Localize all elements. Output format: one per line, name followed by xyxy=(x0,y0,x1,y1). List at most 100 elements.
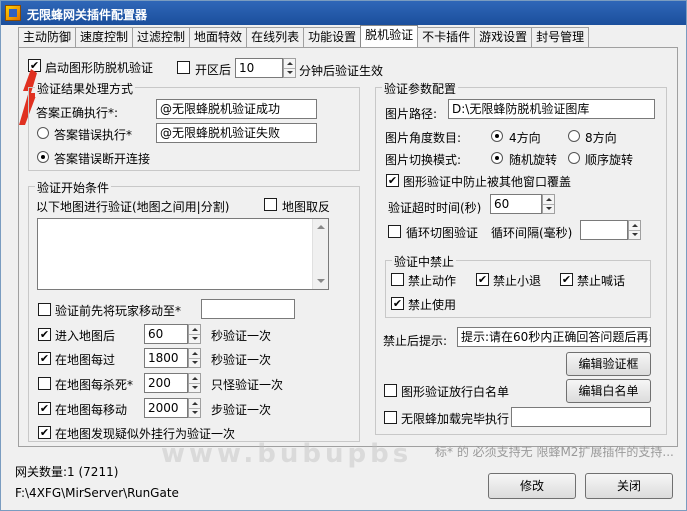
switch-random-label: 随机旋转 xyxy=(509,153,558,167)
forbid-hint-label: 禁止后提示: xyxy=(383,334,448,348)
tab-no-lag-plugin[interactable]: 不卡插件 xyxy=(417,27,476,47)
gateway-count: 网关数量:1 (7211) xyxy=(15,465,119,479)
close-button[interactable]: 关闭 xyxy=(585,473,673,499)
maps-invert-label: 地图取反 xyxy=(282,200,331,214)
modify-button[interactable]: 修改 xyxy=(488,473,576,499)
disconnect-radio[interactable] xyxy=(37,151,49,163)
tab-active-defense[interactable]: 主动防御 xyxy=(18,27,77,47)
exec-after-load-checkbox[interactable] xyxy=(384,411,397,424)
forbid-group-title: 验证中禁止 xyxy=(392,253,457,270)
disconnect-label: 答案错误断开连接 xyxy=(54,152,151,166)
move-suffix: 步验证一次 xyxy=(211,403,272,417)
enter-map-input[interactable]: 60 xyxy=(144,324,188,344)
angle-4-label: 4方向 xyxy=(509,131,541,145)
forbid-back-checkbox[interactable]: ✔ xyxy=(476,273,489,286)
move-checkbox[interactable]: ✔ xyxy=(38,402,51,415)
exec-after-load-input[interactable] xyxy=(511,407,651,427)
whitelist-checkbox[interactable] xyxy=(384,384,397,397)
gateway-path: F:\4XFG\MirServer\RunGate xyxy=(15,486,179,500)
timeout-spinner[interactable] xyxy=(542,194,555,214)
enter-map-label: 进入地图后 xyxy=(55,329,116,343)
kill-input[interactable]: 200 xyxy=(144,373,188,393)
every-map-suffix: 秒验证一次 xyxy=(211,353,272,367)
forbid-use-label: 禁止使用 xyxy=(408,298,457,312)
forbid-action-label: 禁止动作 xyxy=(408,274,457,288)
move-spinner[interactable] xyxy=(188,398,201,418)
main-window: 无限蜂网关插件配置器 主动防御 速度控制 过滤控制 地面特效 在线列表 功能设置… xyxy=(0,0,687,511)
kill-spinner[interactable] xyxy=(188,373,201,393)
angle-4-radio[interactable] xyxy=(491,130,503,142)
plugin-note: 标* 的 必须支持无 限蜂M2扩展插件的支持... xyxy=(435,445,674,459)
every-map-checkbox[interactable]: ✔ xyxy=(38,352,51,365)
prevent-cover-label: 图形验证中防止被其他窗口覆盖 xyxy=(403,175,572,189)
suspect-checkbox[interactable]: ✔ xyxy=(38,426,51,439)
cycle-checkbox[interactable] xyxy=(388,225,401,238)
forbid-shout-checkbox[interactable]: ✔ xyxy=(560,273,573,286)
edit-verify-frame-button[interactable]: 编辑验证框 xyxy=(566,352,651,376)
correct-exec-label: 答案正确执行*: xyxy=(36,106,119,120)
cycle-interval-label: 循环间隔(毫秒) xyxy=(491,226,573,240)
open-area-minutes-input[interactable]: 10 xyxy=(235,58,283,78)
tab-online-list[interactable]: 在线列表 xyxy=(246,27,305,47)
tab-bar: 主动防御 速度控制 过滤控制 地面特效 在线列表 功能设置 脱机验证 不卡插件 … xyxy=(18,25,590,47)
timeout-input[interactable]: 60 xyxy=(490,194,542,214)
open-area-minutes-spinner[interactable] xyxy=(283,58,296,78)
edit-whitelist-button[interactable]: 编辑白名单 xyxy=(566,379,651,403)
tab-speed-control[interactable]: 速度控制 xyxy=(75,27,134,47)
forbid-shout-label: 禁止喊话 xyxy=(577,274,626,288)
title-bar[interactable]: 无限蜂网关插件配置器 xyxy=(1,1,686,25)
every-map-label: 在地图每过 xyxy=(55,353,116,367)
kill-suffix: 只怪验证一次 xyxy=(211,378,284,392)
timeout-label: 验证超时时间(秒) xyxy=(388,201,482,215)
switch-label: 图片切换模式: xyxy=(385,153,462,167)
kill-label: 在地图每杀死* xyxy=(55,378,134,392)
wrong-exec-input[interactable]: @无限蜂脱机验证失败 xyxy=(156,123,317,143)
open-area-checkbox[interactable] xyxy=(177,61,190,74)
prevent-cover-checkbox[interactable]: ✔ xyxy=(386,174,399,187)
angle-label: 图片角度数目: xyxy=(385,131,462,145)
move-input[interactable]: 2000 xyxy=(144,398,188,418)
switch-order-label: 顺序旋转 xyxy=(585,153,634,167)
switch-order-radio[interactable] xyxy=(568,152,580,164)
kill-checkbox[interactable] xyxy=(38,377,51,390)
forbid-hint-input[interactable]: 提示:请在60秒内正确回答问题后再: xyxy=(457,327,651,347)
tab-game-settings[interactable]: 游戏设置 xyxy=(474,27,533,47)
watermark: www.bubupbs xyxy=(161,439,413,469)
move-before-input[interactable] xyxy=(201,299,295,319)
tab-offline-verify[interactable]: 脱机验证 xyxy=(360,25,419,47)
maps-memo[interactable] xyxy=(37,218,329,290)
maps-label: 以下地图进行验证(地图之间用|分割) xyxy=(36,200,230,214)
path-label: 图片路径: xyxy=(385,107,438,121)
cycle-interval-input[interactable] xyxy=(580,220,628,240)
path-input[interactable]: D:\无限蜂防脱机验证图库 xyxy=(448,99,655,119)
angle-8-radio[interactable] xyxy=(568,130,580,142)
params-group-title: 验证参数配置 xyxy=(382,80,459,97)
start-group-title: 验证开始条件 xyxy=(35,179,112,196)
cycle-interval-spinner[interactable] xyxy=(628,220,641,240)
tab-filter-control[interactable]: 过滤控制 xyxy=(132,27,191,47)
wrong-exec-radio[interactable] xyxy=(37,127,49,139)
forbid-use-checkbox[interactable]: ✔ xyxy=(391,297,404,310)
tab-function-settings[interactable]: 功能设置 xyxy=(303,27,362,47)
tab-ground-effects[interactable]: 地面特效 xyxy=(189,27,248,47)
every-map-spinner[interactable] xyxy=(188,348,201,368)
move-before-checkbox[interactable] xyxy=(38,303,51,316)
correct-exec-input[interactable]: @无限蜂脱机验证成功 xyxy=(156,99,317,119)
result-group-title: 验证结果处理方式 xyxy=(35,80,136,97)
open-area-label: 开区后 xyxy=(195,63,232,77)
move-before-label: 验证前先将玩家移动至* xyxy=(55,304,182,318)
tab-ban-management[interactable]: 封号管理 xyxy=(531,27,590,47)
whitelist-label: 图形验证放行白名单 xyxy=(401,385,510,399)
maps-invert-checkbox[interactable] xyxy=(264,198,277,211)
maps-scrollbar[interactable] xyxy=(312,219,328,289)
exec-after-load-label: 无限蜂加载完毕执行 xyxy=(401,412,510,426)
every-map-input[interactable]: 1800 xyxy=(144,348,188,368)
enter-map-spinner[interactable] xyxy=(188,324,201,344)
switch-random-radio[interactable] xyxy=(491,152,503,164)
move-label: 在地图每移动 xyxy=(55,403,128,417)
forbid-back-label: 禁止小退 xyxy=(493,274,542,288)
cycle-label: 循环切图验证 xyxy=(406,226,479,240)
enter-map-checkbox[interactable]: ✔ xyxy=(38,328,51,341)
forbid-action-checkbox[interactable] xyxy=(391,273,404,286)
app-icon xyxy=(5,5,21,21)
